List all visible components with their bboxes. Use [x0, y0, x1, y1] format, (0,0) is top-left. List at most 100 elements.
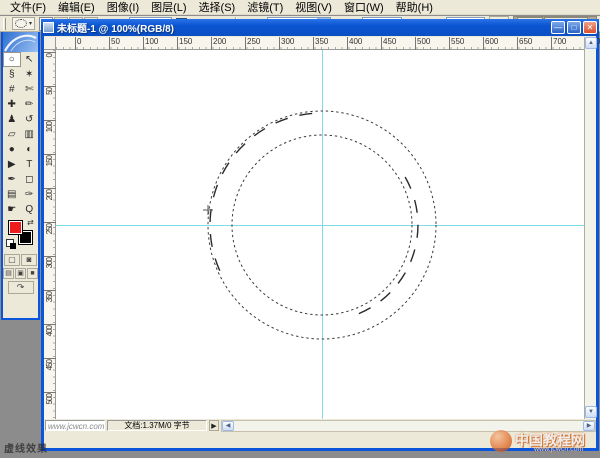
h-ruler-tick [313, 37, 314, 50]
h-ruler-tick [347, 37, 348, 50]
scroll-left-icon[interactable]: ◀ [222, 421, 234, 431]
elliptical-marquee-tool[interactable]: ○ [3, 52, 21, 67]
healing-brush-tool[interactable]: ✚ [3, 97, 21, 112]
vertical-ruler[interactable]: 050100150200250300350400450500 [44, 50, 56, 419]
path-selection-tool[interactable]: ▶ [3, 157, 21, 172]
maximize-button[interactable]: □ [567, 21, 581, 34]
h-ruler-label: 650 [519, 37, 532, 46]
dodge-icon: ◐ [26, 144, 32, 155]
minimize-button[interactable]: — [551, 21, 565, 34]
menu-7[interactable]: 窗口(W) [338, 0, 390, 16]
h-ruler-tick [449, 37, 450, 50]
menu-3[interactable]: 图层(L) [145, 0, 192, 16]
type-tool[interactable]: T [21, 157, 39, 172]
clone-stamp-icon: ♟ [7, 114, 16, 125]
hand-tool[interactable]: ☛ [3, 202, 21, 217]
blur-tool[interactable]: ● [3, 142, 21, 157]
shape-tool[interactable]: ◻ [21, 172, 39, 187]
slice-tool[interactable]: ✄ [21, 82, 39, 97]
mask-mode-row: ▢◙ [3, 253, 38, 267]
crop-icon: # [9, 84, 15, 95]
eyedropper-tool[interactable]: ✑ [21, 187, 39, 202]
v-ruler-tick [44, 392, 56, 393]
menu-2[interactable]: 图像(I) [101, 0, 145, 16]
foreground-color-swatch[interactable] [8, 220, 23, 235]
zoom-tool[interactable]: Q [21, 202, 39, 217]
scroll-down-icon[interactable]: ▼ [585, 406, 597, 418]
crop-tool[interactable]: # [3, 82, 21, 97]
menu-4[interactable]: 选择(S) [193, 0, 242, 16]
watermark-bottom-left: 虚线效果 [4, 440, 48, 455]
menu-8[interactable]: 帮助(H) [390, 0, 439, 16]
standard-mode-button[interactable]: ▢ [4, 254, 20, 266]
standard-screen-mode-button[interactable]: ▤ [3, 268, 14, 279]
quick-mask-mode-button[interactable]: ◙ [21, 254, 37, 266]
eraser-tool[interactable]: ▱ [3, 127, 21, 142]
menu-1[interactable]: 编辑(E) [52, 0, 101, 16]
h-ruler-label: 100 [145, 37, 158, 46]
menu-5[interactable]: 滤镜(T) [241, 0, 289, 16]
swap-colors-icon[interactable]: ⇄ [27, 218, 34, 227]
h-ruler-label: 50 [111, 37, 120, 46]
menu-6[interactable]: 视图(V) [289, 0, 338, 16]
h-ruler-tick [177, 37, 178, 50]
watermark-url: www.jcwcn.com [48, 422, 104, 431]
fullscreen-mode-button[interactable]: ■ [27, 268, 38, 279]
toolbox-header[interactable] [3, 32, 38, 52]
document-title: 未标题-1 @ 100%(RGB/8) [57, 20, 551, 35]
h-ruler-tick [245, 37, 246, 50]
canvas[interactable] [56, 50, 584, 419]
clone-stamp-tool[interactable]: ♟ [3, 112, 21, 127]
gradient-icon: ▥ [25, 129, 34, 140]
tool-preset-picker[interactable]: ▾ [12, 17, 35, 30]
document-size-field: 文档:1.37M/0 字节 [107, 420, 207, 431]
h-ruler-tick [381, 37, 382, 50]
history-brush-tool[interactable]: ↺ [21, 112, 39, 127]
status-menu-button[interactable]: ▶ [209, 420, 219, 431]
lasso-tool[interactable]: § [3, 67, 21, 82]
close-button[interactable]: ✕ [583, 21, 597, 34]
jump-to-imageready-button[interactable]: ↷ [8, 281, 34, 294]
zoom-level-field[interactable]: www.jcwcn.com [45, 420, 105, 431]
h-ruler-label: 0 [77, 37, 81, 46]
v-ruler-tick [44, 324, 56, 325]
pen-icon: ✒ [8, 174, 16, 185]
h-ruler-tick [211, 37, 212, 50]
outer-selection-circle [208, 111, 436, 339]
document-title-bar[interactable]: 未标题-1 @ 100%(RGB/8) — □ ✕ [41, 19, 599, 36]
dodge-tool[interactable]: ◐ [21, 142, 39, 157]
tool-grid: ○ ↖ §✶ # ✄✚✏ ♟ ↺▱ ▥ ● ◐ ▶ T ✒ ◻▤✑☛Q [3, 52, 38, 217]
h-ruler-label: 550 [451, 37, 464, 46]
magic-wand-tool[interactable]: ✶ [21, 67, 39, 82]
h-ruler-tick [517, 37, 518, 50]
h-ruler-label: 350 [315, 37, 328, 46]
notes-tool[interactable]: ▤ [3, 187, 21, 202]
move-icon: ↖ [25, 54, 33, 65]
pen-tool[interactable]: ✒ [3, 172, 21, 187]
document-size-text: 文档:1.37M/0 字节 [124, 420, 189, 431]
gradient-tool[interactable]: ▥ [21, 127, 39, 142]
v-ruler-label: 300 [45, 258, 54, 268]
h-ruler-tick [75, 37, 76, 50]
chevron-down-icon: ▾ [29, 20, 32, 27]
v-ruler-tick [44, 52, 56, 53]
h-ruler-label: 200 [213, 37, 226, 46]
vertical-scrollbar[interactable]: ▲ ▼ [584, 37, 596, 419]
brush-tool[interactable]: ✏ [21, 97, 39, 112]
path-selection-icon: ▶ [8, 159, 16, 170]
default-colors-icon[interactable] [6, 239, 14, 247]
scroll-up-icon[interactable]: ▲ [585, 37, 597, 49]
ruler-corner[interactable] [44, 37, 56, 50]
v-ruler-label: 100 [45, 122, 54, 132]
elliptical-marquee-icon [15, 19, 27, 28]
h-ruler-label: 700 [553, 37, 566, 46]
watermark-logo: 中国教程网 www.jcwcn.com [490, 428, 598, 456]
move-tool[interactable]: ↖ [21, 52, 39, 67]
menu-0[interactable]: 文件(F) [4, 0, 52, 16]
horizontal-ruler[interactable]: 0501001502002503003504004505005506006507… [56, 37, 584, 50]
v-ruler-label: 350 [45, 292, 54, 302]
fullscreen-with-menu-mode-button[interactable]: ▣ [15, 268, 26, 279]
photoshop-feather-logo [3, 32, 38, 52]
type-icon: T [26, 159, 32, 170]
dashed-stroke-arc-upper-left [210, 113, 312, 272]
